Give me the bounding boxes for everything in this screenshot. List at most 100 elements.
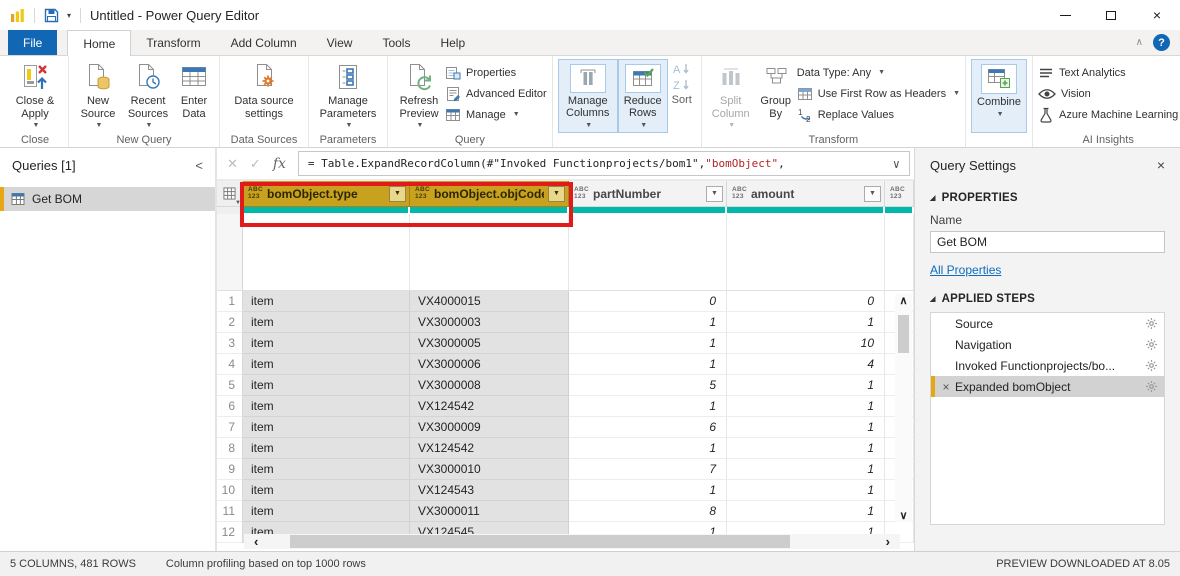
cell-objcode[interactable]: VX3000009	[410, 417, 569, 438]
tab-transform[interactable]: Transform	[131, 30, 215, 55]
cell-partnumber[interactable]: 6	[569, 417, 727, 438]
row-number[interactable]: 7	[217, 417, 243, 438]
applied-step-invoked-function[interactable]: Invoked Functionprojects/bo...	[931, 355, 1164, 376]
scroll-up-icon[interactable]: ∧	[895, 294, 912, 307]
row-number[interactable]: 1	[217, 291, 243, 312]
formula-cancel-icon[interactable]: ✕	[227, 156, 238, 172]
cell-amount[interactable]: 1	[727, 417, 885, 438]
gear-icon[interactable]	[1146, 360, 1157, 371]
filter-icon[interactable]: ▼	[389, 186, 406, 202]
cell-partnumber[interactable]: 8	[569, 501, 727, 522]
cell-type[interactable]: item	[243, 354, 410, 375]
cell-partnumber[interactable]: 1	[569, 438, 727, 459]
all-properties-link[interactable]: All Properties	[930, 263, 1001, 277]
vertical-scrollbar[interactable]: ∧ ∨	[895, 294, 912, 522]
delete-step-icon[interactable]: ×	[937, 380, 955, 394]
row-number[interactable]: 8	[217, 438, 243, 459]
cell-objcode[interactable]: VX3000006	[410, 354, 569, 375]
cell-type[interactable]: item	[243, 459, 410, 480]
cell-type[interactable]: item	[243, 480, 410, 501]
row-number[interactable]: 12	[217, 522, 243, 543]
close-and-apply-button[interactable]: Close & Apply▼	[7, 59, 63, 133]
scroll-down-icon[interactable]: ∨	[895, 509, 912, 522]
cell-objcode[interactable]: VX4000015	[410, 291, 569, 312]
tab-home[interactable]: Home	[67, 30, 131, 56]
cell-objcode[interactable]: VX3000008	[410, 375, 569, 396]
filter-icon[interactable]: ▼	[548, 186, 565, 202]
cell-objcode[interactable]: VX3000010	[410, 459, 569, 480]
row-number[interactable]: 10	[217, 480, 243, 501]
applied-step-navigation[interactable]: Navigation	[931, 334, 1164, 355]
split-column-button[interactable]: Split Column▼	[707, 59, 755, 133]
text-analytics-button[interactable]: Text Analytics	[1038, 62, 1178, 83]
file-menu-button[interactable]: File	[8, 30, 57, 55]
cell-type[interactable]: item	[243, 396, 410, 417]
row-number[interactable]: 11	[217, 501, 243, 522]
cell-partnumber[interactable]: 0	[569, 291, 727, 312]
cell-amount[interactable]: 10	[727, 333, 885, 354]
manage-parameters-button[interactable]: Manage Parameters▼	[314, 59, 382, 133]
scroll-left-icon[interactable]: ‹	[254, 534, 258, 549]
panel-close-icon[interactable]: ×	[1157, 157, 1165, 173]
data-source-settings-button[interactable]: Data source settings	[225, 59, 303, 120]
minimize-button[interactable]	[1042, 0, 1088, 30]
save-icon[interactable]	[44, 8, 59, 23]
cell-amount[interactable]: 1	[727, 480, 885, 501]
row-number[interactable]: 5	[217, 375, 243, 396]
cell-amount[interactable]: 1	[727, 501, 885, 522]
tab-help[interactable]: Help	[425, 30, 480, 55]
tab-view[interactable]: View	[312, 30, 368, 55]
formula-expand-icon[interactable]: ∨	[885, 157, 900, 171]
sort-descending-icon[interactable]: Z	[672, 78, 692, 92]
fx-icon[interactable]: fx	[273, 156, 286, 172]
help-icon[interactable]: ?	[1153, 34, 1170, 51]
advanced-editor-button[interactable]: Advanced Editor	[445, 83, 547, 104]
applied-step-expanded-bomobject[interactable]: × Expanded bomObject	[931, 376, 1164, 397]
formula-input[interactable]: = Table.ExpandRecordColumn(#"Invoked Fun…	[298, 151, 910, 176]
cell-type[interactable]: item	[243, 312, 410, 333]
manage-button[interactable]: Manage▼	[445, 104, 547, 125]
applied-step-source[interactable]: Source	[931, 313, 1164, 334]
recent-sources-button[interactable]: Recent Sources▼	[122, 59, 174, 133]
vertical-scrollbar-thumb[interactable]	[898, 315, 909, 353]
cell-partnumber[interactable]: 1	[569, 354, 727, 375]
sort-ascending-icon[interactable]: A	[672, 62, 692, 76]
query-name-input[interactable]	[930, 231, 1165, 253]
enter-data-button[interactable]: Enter Data	[174, 59, 214, 120]
applied-steps-section-header[interactable]: ◢ APPLIED STEPS	[930, 293, 1165, 305]
gear-icon[interactable]	[1146, 381, 1157, 392]
cell-partnumber[interactable]: 1	[569, 312, 727, 333]
cell-amount[interactable]: 1	[727, 438, 885, 459]
cell-amount[interactable]: 1	[727, 396, 885, 417]
combine-button[interactable]: Combine▼	[971, 59, 1027, 133]
group-by-button[interactable]: Group By	[755, 59, 797, 120]
horizontal-scrollbar[interactable]: ‹ ›	[244, 534, 900, 549]
cell-amount[interactable]: 1	[727, 459, 885, 480]
query-list-item-get-bom[interactable]: Get BOM	[0, 187, 215, 211]
quick-access-caret-icon[interactable]: ▾	[67, 11, 71, 20]
horizontal-scrollbar-thumb[interactable]	[290, 535, 790, 548]
formula-accept-icon[interactable]: ✓	[250, 156, 261, 172]
close-button[interactable]: ×	[1134, 0, 1180, 30]
cell-partnumber[interactable]: 5	[569, 375, 727, 396]
replace-values-button[interactable]: 12 Replace Values	[797, 104, 960, 125]
filter-icon[interactable]: ▼	[706, 186, 723, 202]
reduce-rows-button[interactable]: Reduce Rows▼	[618, 59, 668, 133]
cell-objcode[interactable]: VX124542	[410, 438, 569, 459]
row-number[interactable]: 6	[217, 396, 243, 417]
row-number[interactable]: 3	[217, 333, 243, 354]
row-number[interactable]: 2	[217, 312, 243, 333]
gear-icon[interactable]	[1146, 318, 1157, 329]
tab-tools[interactable]: Tools	[367, 30, 425, 55]
row-number[interactable]: 9	[217, 459, 243, 480]
cell-partnumber[interactable]: 1	[569, 396, 727, 417]
collapse-ribbon-icon[interactable]: ∧	[1136, 37, 1143, 48]
cell-amount[interactable]: 0	[727, 291, 885, 312]
refresh-preview-button[interactable]: Refresh Preview▼	[393, 59, 445, 133]
cell-objcode[interactable]: VX124543	[410, 480, 569, 501]
filter-icon[interactable]: ▼	[864, 186, 881, 202]
cell-amount[interactable]: 4	[727, 354, 885, 375]
properties-button[interactable]: Properties	[445, 62, 547, 83]
vision-button[interactable]: Vision	[1038, 83, 1178, 104]
cell-type[interactable]: item	[243, 501, 410, 522]
